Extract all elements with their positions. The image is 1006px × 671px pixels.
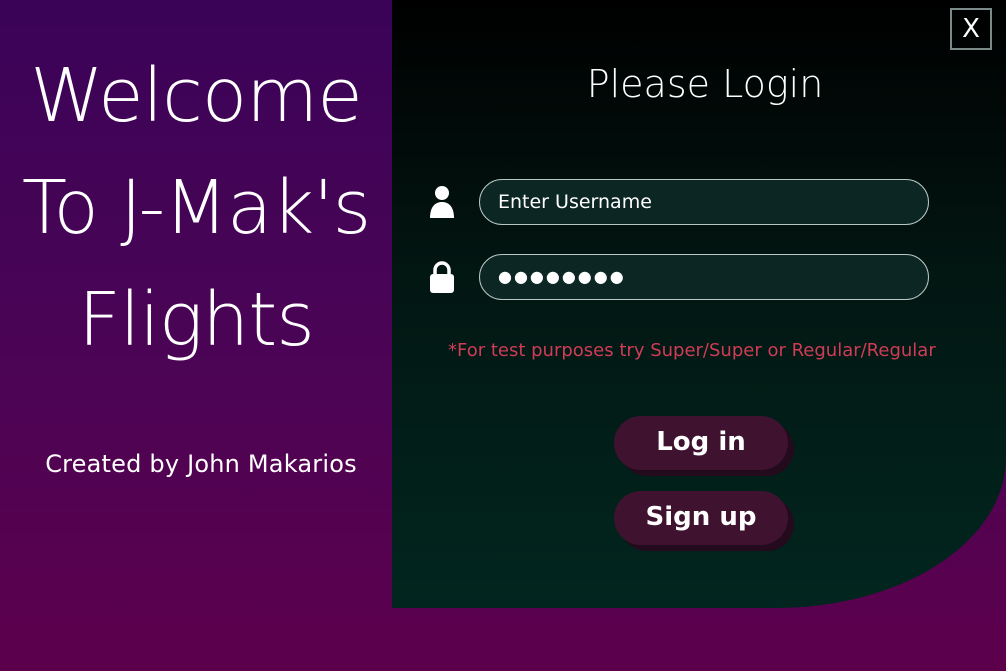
username-row xyxy=(427,179,937,225)
welcome-line-3: Flights xyxy=(78,277,315,363)
test-credentials-hint: *For test purposes try Super/Super or Re… xyxy=(448,340,936,361)
login-panel: X Please Login ●●●●●●●● *For test purpos… xyxy=(392,0,1006,608)
signup-button[interactable]: Sign up xyxy=(614,491,788,545)
welcome-panel: Welcome To J-Mak's Flights Created by Jo… xyxy=(0,0,392,671)
author-credit: Created by John Makarios xyxy=(45,450,357,478)
login-title: Please Login xyxy=(586,62,824,106)
login-button[interactable]: Log in xyxy=(614,416,788,470)
welcome-heading: Welcome To J-Mak's Flights xyxy=(0,40,392,376)
welcome-line-1: Welcome xyxy=(30,53,363,139)
welcome-line-2: To J-Mak's xyxy=(21,165,371,251)
user-icon xyxy=(430,186,454,218)
password-row: ●●●●●●●● xyxy=(427,254,937,300)
password-input[interactable]: ●●●●●●●● xyxy=(479,254,929,300)
lock-icon xyxy=(430,261,454,293)
close-button[interactable]: X xyxy=(950,8,992,50)
login-window: Welcome To J-Mak's Flights Created by Jo… xyxy=(0,0,1006,671)
username-input[interactable] xyxy=(479,179,929,225)
